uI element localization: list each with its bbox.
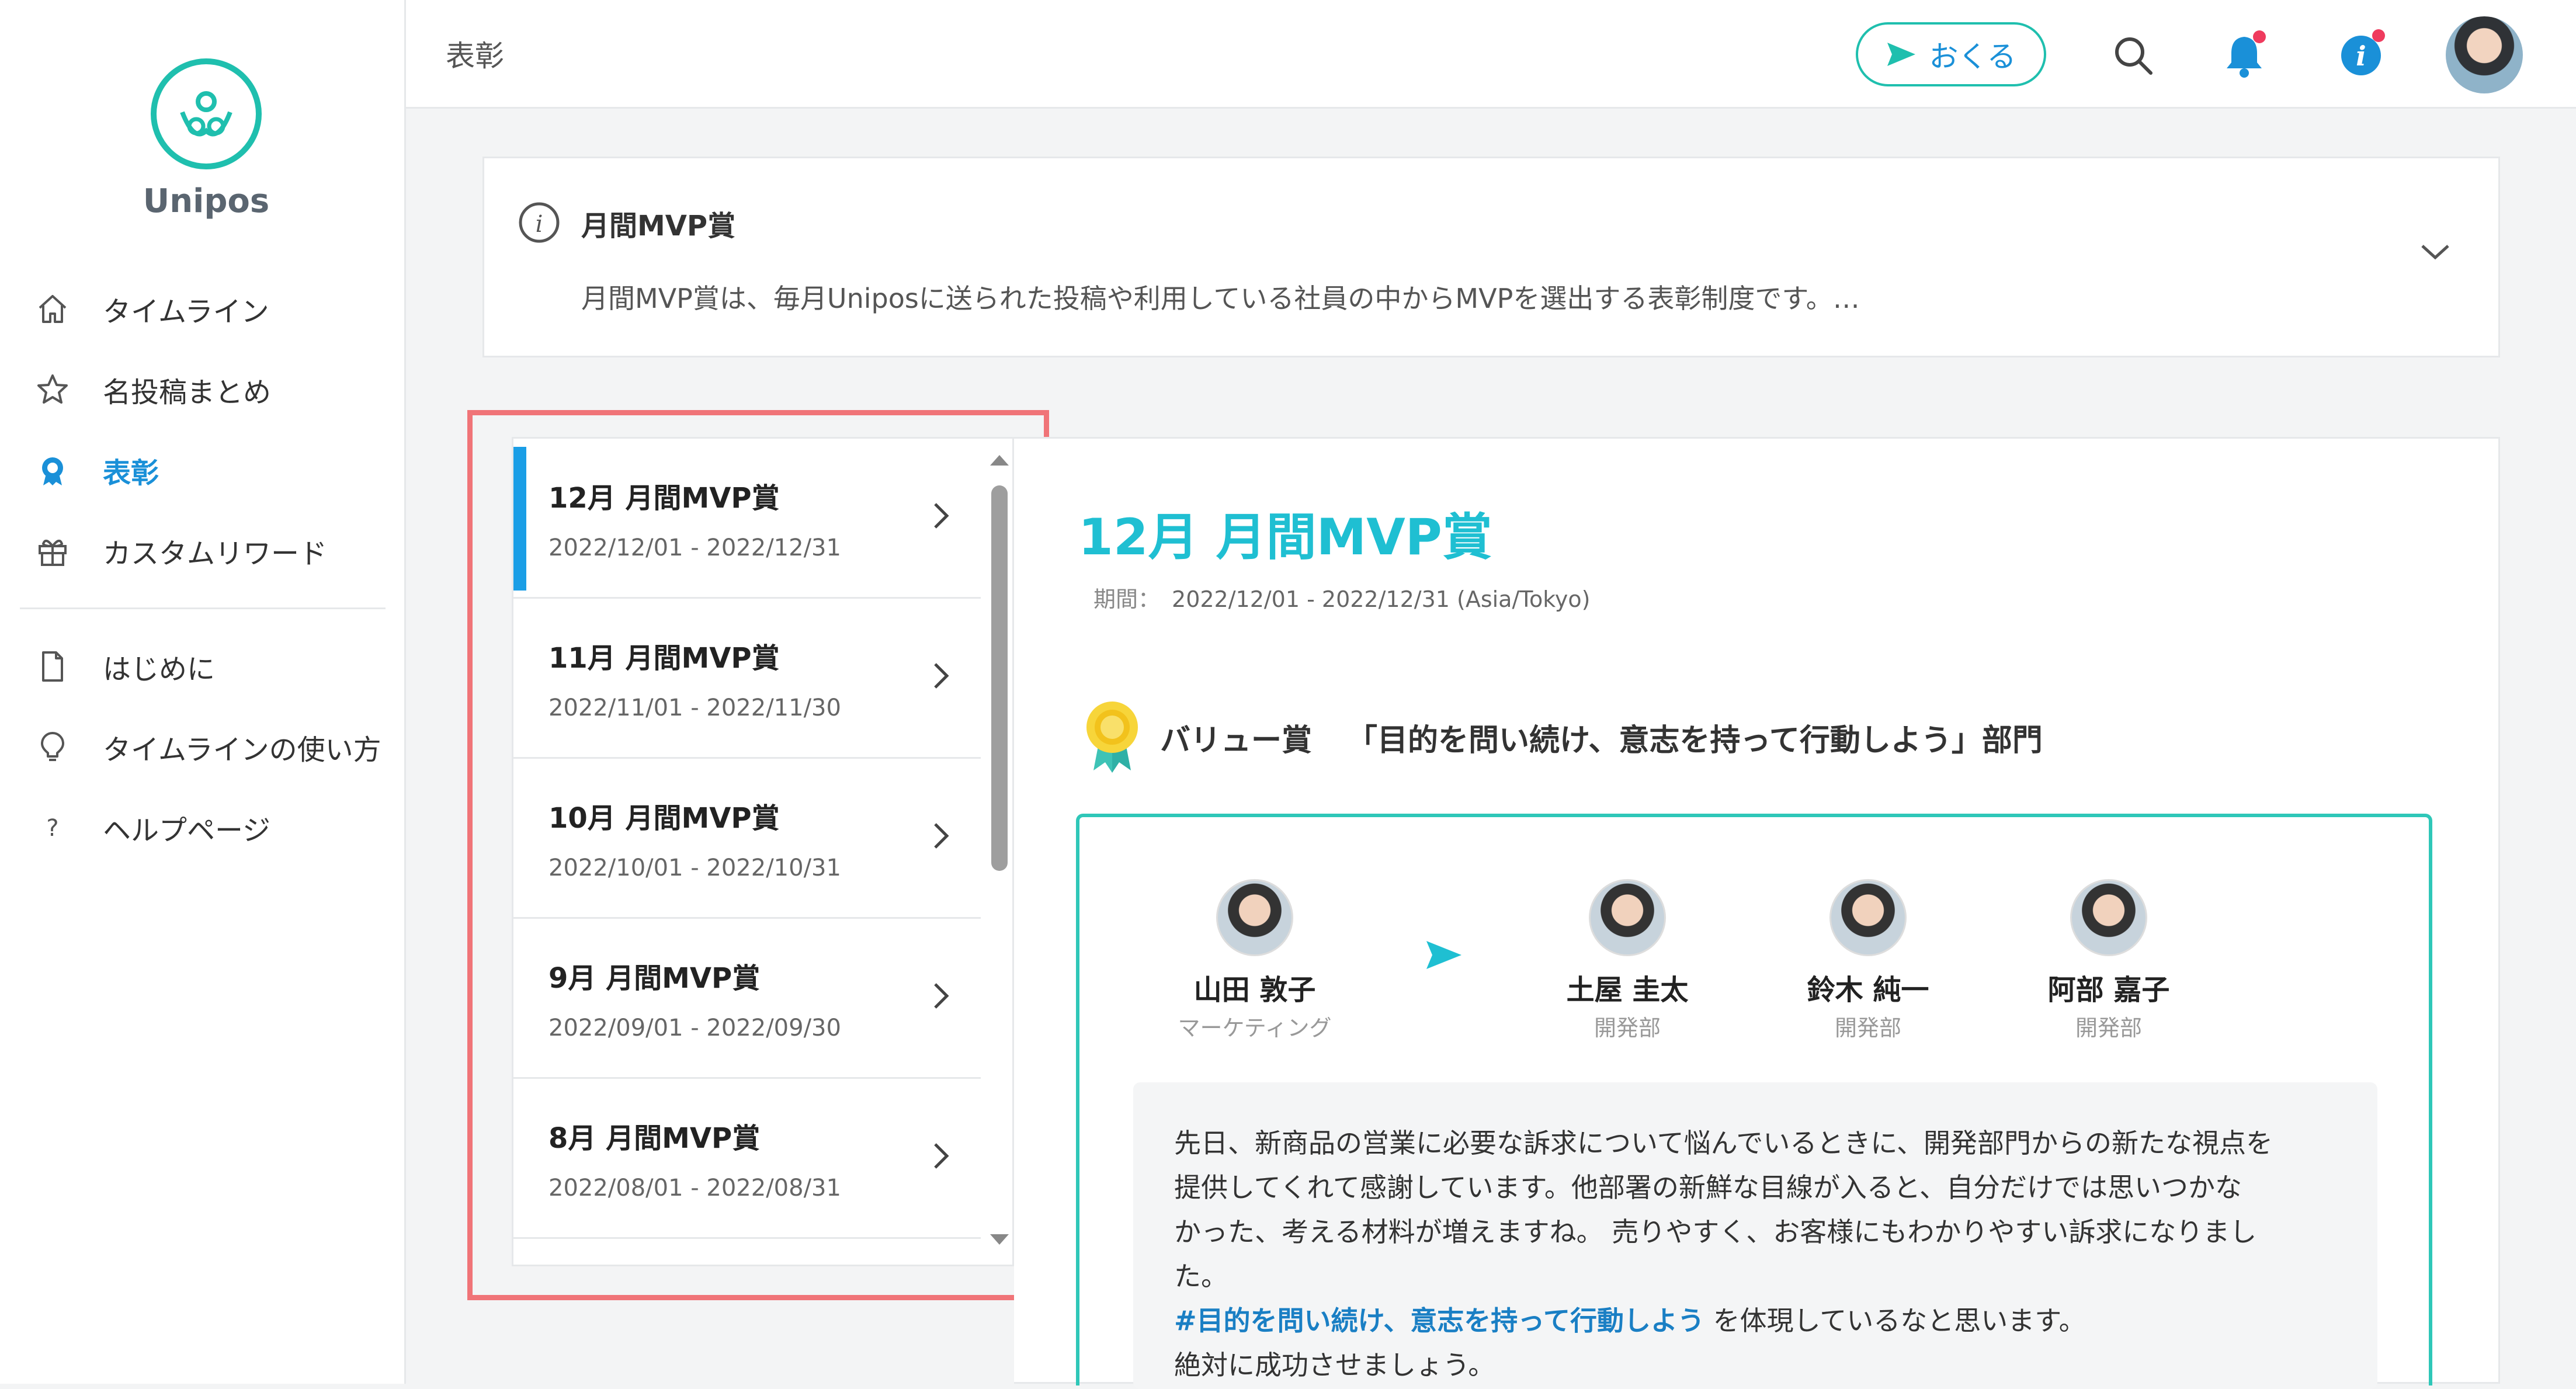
recipient[interactable]: 阿部 嘉子 開発部 [2021,879,2196,1042]
sidebar-item-custom-reward[interactable]: カスタムリワード [33,525,327,577]
person-name: 阿部 嘉子 [2047,974,2170,1006]
award-info-card[interactable]: i 月間MVP賞 月間MVP賞は、毎月Uniposに送られた投稿や利用している社… [482,157,2500,357]
sidebar-item-label: 表彰 [103,457,159,489]
question-icon: ? [33,808,72,848]
recipient[interactable]: 鈴木 純一 開発部 [1780,879,1956,1042]
bell-icon[interactable] [2218,29,2271,82]
logo-text: Unipos [143,182,270,220]
gift-icon [33,531,72,571]
avatar [2070,879,2147,956]
info-description: 月間MVP賞は、毎月Uniposに送られた投稿や利用している社員の中からMVPを… [581,283,1860,314]
star-icon [33,370,72,409]
send-arrow-icon [1426,941,1461,969]
logo-icon [180,91,232,137]
message-line: た。 [1174,1260,1228,1292]
message-line: 先日、新商品の営業に必要な訴求について悩んでいるときに、開発部門からの新たな視点… [1174,1127,2273,1159]
person-department: 開発部 [2075,1015,2142,1041]
award-name: バリュー賞 [1160,723,1313,758]
home-icon [33,289,72,329]
post-message: 先日、新商品の営業に必要な訴求について悩んでいるときに、開発部門からの新たな視点… [1133,1082,2377,1389]
award-detail: 12月 月間MVP賞 期間： 2022/12/01 - 2022/12/31 (A… [1014,437,2500,1389]
sidebar-item-label: はじめに [103,653,216,686]
top-bar: 表彰 おくる i [406,0,2576,109]
send-button[interactable]: おくる [1856,22,2046,86]
message-line: #目的を問い続け、意志を持って行動しよう を体現しているなと思います。 [1174,1300,2086,1338]
period-label: 期間： [1093,586,1161,612]
send-button-label: おくる [1929,40,2016,74]
value-hashtag-link[interactable]: #目的を問い続け、意志を持って行動しよう [1174,1305,1704,1336]
info-badge [2372,29,2385,42]
notification-badge [2253,30,2266,43]
lightbulb-icon [33,727,72,767]
search-icon[interactable] [2107,29,2160,82]
info-icon[interactable]: i [2335,29,2387,82]
page-title: 表彰 [446,39,504,73]
sidebar-item-timeline[interactable]: タイムライン [33,283,269,335]
sidebar-divider [20,607,386,609]
message-line: かった、考える材料が増えますね。 売りやすく、お客様にもわかりやすい訴求になりま… [1174,1216,2257,1248]
avatar [1829,879,1907,956]
info-circle-icon: i [519,202,560,243]
message-text: を体現しているなと思います。 [1704,1305,2086,1336]
message-line: 提供してくれて感謝しています。他部署の新鮮な目線が入ると、自分だけでは思いつかな [1174,1172,2242,1203]
sender[interactable]: 山田 敦子 マーケティング [1167,879,1342,1042]
svg-text:i: i [2356,40,2366,72]
app-root: Unipos タイムライン 名投稿まとめ 表彰 カスタムリワード はじめに タイ… [0,0,2576,1389]
document-icon [33,647,72,686]
message-line: 絶対に成功させましょう。 [1174,1349,1495,1381]
send-icon [1887,43,1915,66]
svg-text:i: i [536,211,543,238]
sidebar-item-label: タイムラインの使い方 [103,734,381,766]
avatar [1216,879,1293,956]
person-name: 鈴木 純一 [1807,974,1929,1006]
award-icon [33,450,72,490]
chevron-down-icon[interactable] [2419,241,2452,262]
person-name: 山田 敦子 [1193,974,1316,1006]
recipient[interactable]: 土屋 圭太 開発部 [1540,879,1715,1042]
avatar[interactable] [2446,16,2523,93]
sidebar: Unipos タイムライン 名投稿まとめ 表彰 カスタムリワード はじめに タイ… [0,0,406,1384]
sidebar-item-highlights[interactable]: 名投稿まとめ [33,363,271,416]
sidebar-item-label: 名投稿まとめ [103,376,272,409]
sidebar-item-getting-started[interactable]: はじめに [33,640,215,693]
sidebar-item-label: タイムライン [103,296,269,328]
detail-period: 期間： 2022/12/01 - 2022/12/31 (Asia/Tokyo) [1093,581,1591,613]
person-name: 土屋 圭太 [1566,974,1689,1006]
medal-icon [1086,702,1138,773]
info-title: 月間MVP賞 [581,210,736,242]
sidebar-item-how-to-use[interactable]: タイムラインの使い方 [33,721,381,773]
person-department: 開発部 [1593,1015,1661,1041]
sidebar-item-help[interactable]: ? ヘルプページ [33,801,270,854]
award-heading: バリュー賞 「目的を問い続け、意志を持って行動しよう」部門 [1082,699,2043,775]
svg-text:?: ? [46,815,58,842]
avatar [1589,879,1666,956]
sidebar-item-label: カスタムリワード [103,537,328,570]
unipos-logo[interactable] [151,58,262,169]
highlight-frame [467,410,1049,1300]
detail-title: 12月 月間MVP賞 [1078,508,1492,567]
post-card[interactable]: 山田 敦子 マーケティング 土屋 圭太 開発部 鈴木 純一 開発部 阿部 嘉子 … [1076,814,2432,1389]
award-department: 「目的を問い続け、意志を持って行動しよう」部門 [1347,723,2043,758]
sidebar-item-awards[interactable]: 表彰 [33,444,159,496]
person-department: 開発部 [1834,1015,1901,1041]
sidebar-item-label: ヘルプページ [103,814,271,847]
period-value: 2022/12/01 - 2022/12/31 (Asia/Tokyo) [1172,586,1591,612]
person-department: マーケティング [1178,1015,1332,1041]
